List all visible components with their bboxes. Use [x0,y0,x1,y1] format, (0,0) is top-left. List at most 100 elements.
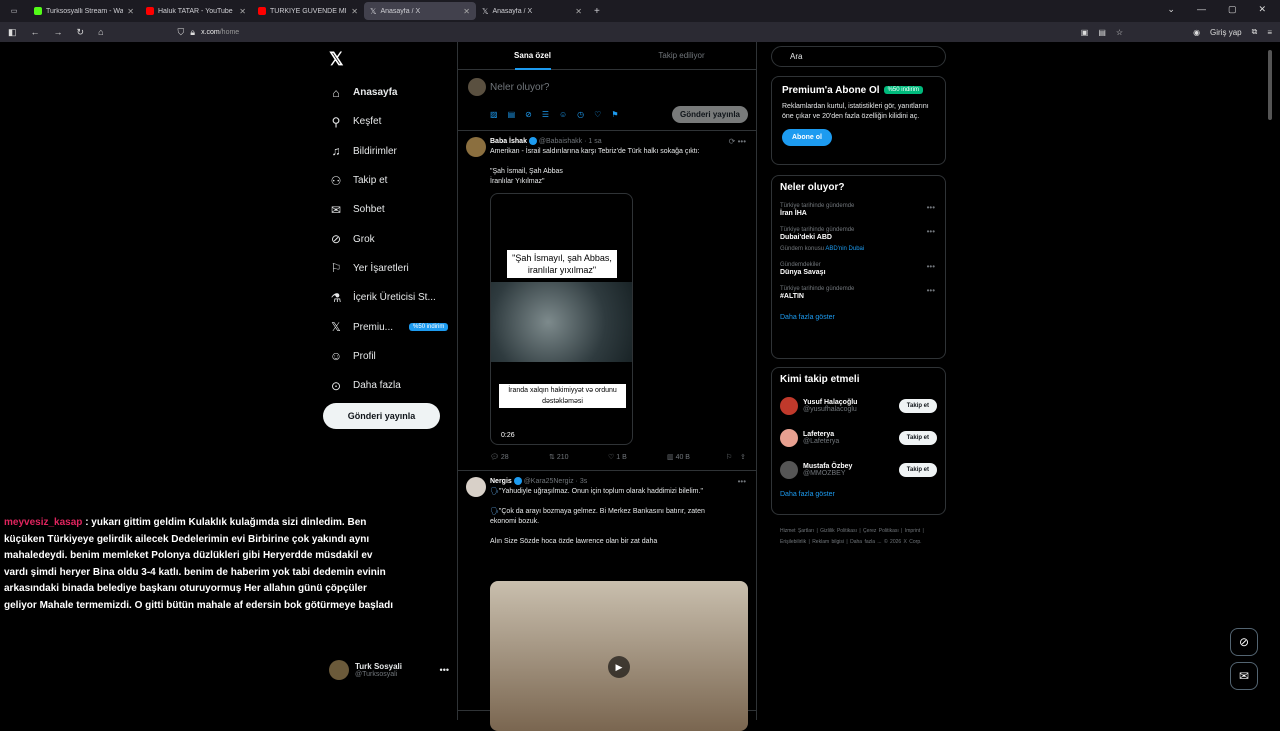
nav-label: Anasayfa [353,87,398,99]
more-dots-icon[interactable]: ••• [738,477,746,486]
poll-icon[interactable]: ☰ [542,110,549,119]
bookmark-icon[interactable]: ⚐ [726,453,740,461]
nav-item-chat[interactable]: ✉ Sohbet [329,195,459,224]
grok-icon[interactable]: ⊘ [525,110,532,119]
compose-post-button[interactable]: Gönderi yayınla [671,106,748,123]
tweet-video[interactable]: ▶ [490,581,748,731]
follow-button[interactable]: Takip et [898,463,937,477]
follow-button[interactable]: Takip et [898,431,937,445]
back-icon[interactable]: ← [31,27,40,37]
more-dots-icon[interactable]: ••• [927,227,935,236]
reply-button[interactable]: 💬︎ 28 [490,453,549,461]
follow-suggestion[interactable]: Lafeterya @Lafeterya Takip et [780,427,937,449]
emoji-icon[interactable]: ☺ [559,110,567,119]
star-icon[interactable]: ☆ [1116,28,1123,37]
like-button[interactable]: ♡ 1 B [608,453,667,461]
trend-item[interactable]: Türkiye tarihinde gündemde İran İHA ••• [780,203,937,217]
tweet-video[interactable]: "Şah İsmayıl, şah Abbas, iranlılar yıxıl… [490,193,633,445]
maximize-icon[interactable]: ▢ [1228,4,1237,15]
forward-icon[interactable]: → [54,27,63,37]
views-button[interactable]: ▥ 40 B [667,453,726,461]
tab-following[interactable]: Takip ediliyor [607,42,756,69]
nav-item-home[interactable]: ⌂ Anasayfa [329,78,459,107]
gif-icon[interactable]: ▤ [508,110,516,119]
more-dots-icon[interactable]: ⟳ ••• [729,137,746,146]
x-logo-icon[interactable]: 𝕏 [329,49,344,70]
nav-item-follow[interactable]: ⚇ Takip et [329,166,459,195]
close-window-icon[interactable]: ✕ [1258,4,1266,15]
home-icon[interactable]: ⌂ [98,27,103,37]
nav-item-notifications[interactable]: ♫ Bildirimler [329,137,459,166]
flag-icon[interactable]: ⚑ [611,110,618,119]
signin-label[interactable]: Giriş yap [1210,28,1242,37]
new-tab-button[interactable]: + [588,0,608,22]
account-switcher[interactable]: Turk Sosyali @Turksosyali ••• [329,660,449,680]
follow-button[interactable]: Takip et [898,399,937,413]
nav-item-explore[interactable]: ⚲ Keşfet [329,107,459,136]
footer-links[interactable]: Hizmet Şartları | Gizlilik Politikası | … [780,526,950,548]
browser-tab[interactable]: Turksosyalli Stream - Watch✕ [28,0,140,22]
tab-for-you[interactable]: Sana özel [458,42,607,70]
repost-button[interactable]: ⇅ 210 [549,453,608,461]
extensions-icon[interactable]: ⧉ [1252,27,1258,37]
follow-suggestion[interactable]: Mustafa Özbey @MMOZBEY Takip et [780,459,937,481]
trend-item[interactable]: Gündemdekiler Dünya Savaşı ••• [780,262,937,276]
nav-item-premium[interactable]: 𝕏 Premiu... %50 indirim [329,312,459,341]
chevron-down-icon[interactable]: ⌄ [1167,4,1175,15]
sidebar-toggle-icon[interactable]: ◧ [8,27,17,38]
post-button[interactable]: Gönderi yayınla [323,403,440,429]
more-dots-icon[interactable]: ••• [927,286,935,295]
minimize-icon[interactable]: — [1197,4,1206,15]
subscribe-button[interactable]: Abone ol [782,129,832,146]
close-icon[interactable]: ✕ [351,7,358,16]
trend-name: Dubai'deki ABD [780,234,832,241]
follow-show-more-link[interactable]: Daha fazla göster [780,491,937,498]
trend-sub-link[interactable]: ABD'nin Dubai [825,246,864,252]
nav-item-grok[interactable]: ⊘ Grok [329,224,459,253]
schedule-icon[interactable]: ◷ [577,110,584,119]
close-icon[interactable]: ✕ [239,7,246,16]
scrollbar[interactable] [1268,50,1272,120]
location-icon[interactable]: ♡ [594,110,601,119]
browser-tab[interactable]: Haluk TATAR - YouTube ✕ [140,0,252,22]
play-icon[interactable]: ▶ [608,656,630,678]
compose-input[interactable]: Neler oluyor? [490,82,549,93]
grok-fab-icon[interactable]: ⊘ [1230,628,1258,656]
tweet-header: Nergis @Kara25Nergiz · 3s [490,477,587,485]
search-input[interactable]: Ara [771,46,946,67]
reader-icon[interactable]: ▤ [1098,28,1106,37]
verified-icon [528,137,537,145]
trends-show-more-link[interactable]: Daha fazla göster [780,314,937,321]
tab-list-icon[interactable]: ▭ [0,0,28,22]
reload-icon[interactable]: ↻ [77,27,85,38]
tweet-actions: 💬︎ 28 ⇅ 210 ♡ 1 B ▥ 40 B ⚐ ⇪ [490,453,748,461]
account-icon[interactable]: ◉ [1193,28,1200,37]
trend-context: Türkiye tarihinde gündemde [780,286,855,292]
more-dots-icon[interactable]: ••• [927,262,935,271]
browser-tab[interactable]: 𝕏 Anasayfa / X ✕ [476,0,588,22]
trend-item[interactable]: Türkiye tarihinde gündemde #ALTIN ••• [780,286,937,300]
nav-item-more[interactable]: ⊙ Daha fazla [329,371,459,400]
close-icon[interactable]: ✕ [575,7,582,16]
nav-item-bookmarks[interactable]: ⚐ Yer İşaretleri [329,254,459,283]
extension-icon[interactable]: ▣ [1081,28,1089,37]
nav-item-creator-studio[interactable]: ⚗ İçerik Üreticisi St... [329,283,459,312]
messages-fab-icon[interactable]: ✉ [1230,662,1258,690]
follow-suggestion[interactable]: Yusuf Halaçoğlu @yusufhalacoglu Takip et [780,395,937,417]
close-icon[interactable]: ✕ [463,7,470,16]
menu-icon[interactable]: ≡ [1267,28,1272,37]
tweet[interactable]: Baba İshak @Babaishakk · 1 sa ⟳ ••• Amer… [458,131,756,471]
share-icon[interactable]: ⇪ [740,453,748,461]
url-bar[interactable]: x.com/home [201,29,239,36]
tweet-author: Nergis [490,477,512,485]
shield-icon[interactable]: ⛉ [178,27,185,38]
browser-tab-active[interactable]: 𝕏 Anasayfa / X ✕ [364,2,476,20]
who-to-follow-card: Kimi takip etmeli Yusuf Halaçoğlu @yusufh… [771,367,946,515]
more-dots-icon[interactable]: ••• [927,203,935,212]
browser-tab[interactable]: TÜRKİYE GÜVENDE Mİ? - 9 ✕ [252,0,364,22]
image-icon[interactable]: ▨ [490,110,498,119]
nav-item-profile[interactable]: ☺ Profil [329,342,459,371]
tweet[interactable]: Nergis @Kara25Nergiz · 3s ••• 🗣︎"Yahudiy… [458,471,756,731]
trend-item[interactable]: Türkiye tarihinde gündemde Dubai'deki ABD… [780,227,937,252]
close-icon[interactable]: ✕ [127,7,134,16]
